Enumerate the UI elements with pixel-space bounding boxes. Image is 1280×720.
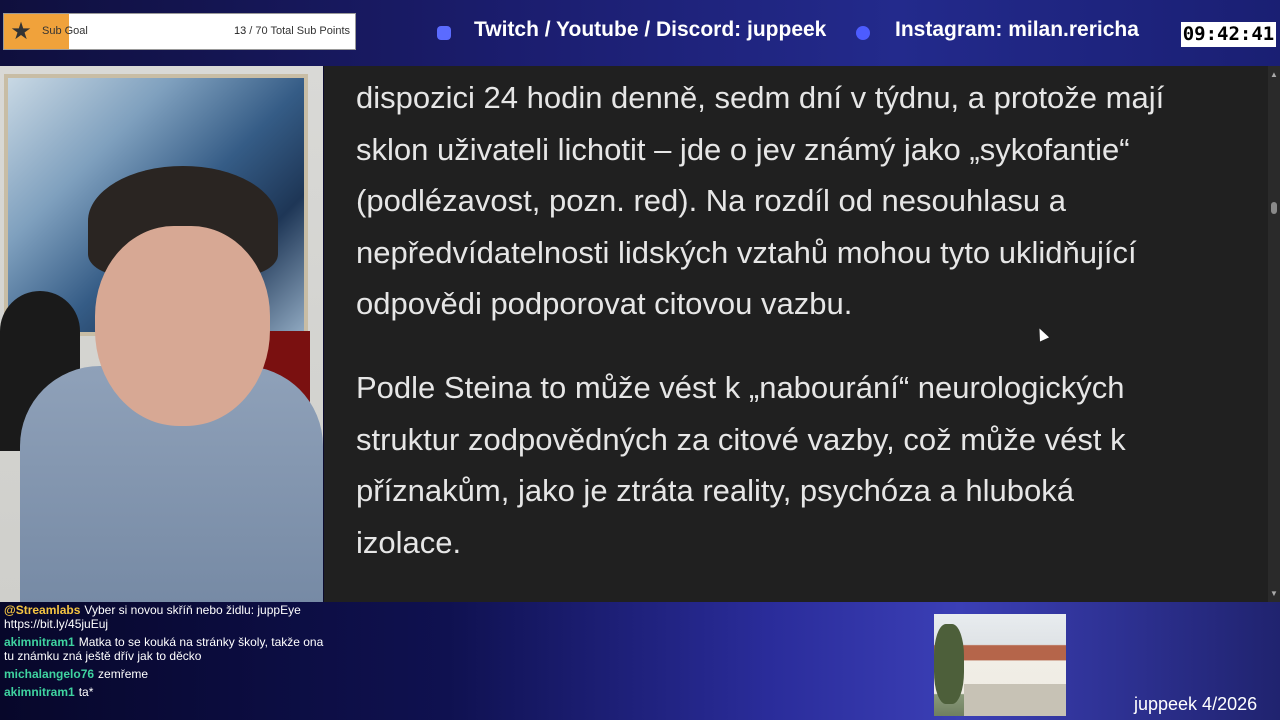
paragraph-1-line-5: odpovědi podporovat citovou vazbu.	[356, 286, 853, 321]
chat-username: akimnitram1	[4, 635, 75, 649]
article-paragraph-2: Podle Steina to může vést k „nabourání“ …	[356, 362, 1256, 568]
tree	[934, 624, 964, 704]
star-icon: ★	[10, 18, 32, 45]
chat-message: @Streamlabs Vyber si novou skříň nebo žid…	[4, 603, 324, 631]
instagram-icon	[856, 26, 870, 40]
paragraph-1-line-2: sklon uživateli lichotit – jde o jev zná…	[356, 131, 1130, 167]
sub-goal-count: 13 / 70 Total Sub Points	[234, 25, 350, 37]
paragraph-2-line-3: příznakům, jako je ztráta reality, psych…	[356, 473, 1074, 508]
scrollbar-thumb[interactable]	[1271, 202, 1277, 214]
sub-goal-label: Sub Goal	[42, 25, 88, 37]
twitch-youtube-discord-text: Twitch / Youtube / Discord: juppeek	[474, 18, 827, 41]
chat-username: @Streamlabs	[4, 603, 81, 617]
scroll-up-arrow-icon[interactable]: ▲	[1270, 70, 1278, 79]
road	[964, 684, 1066, 716]
chat-username: michalangelo76	[4, 667, 95, 681]
chat-text: zemřeme	[98, 667, 149, 681]
chat-message: michalangelo76 zemřeme	[4, 667, 324, 681]
paragraph-2-line-4: izolace.	[356, 524, 462, 560]
article-paragraph-1: dispozici 24 hodin denně, sedm dní v týd…	[356, 72, 1256, 330]
twitch-icon	[437, 26, 451, 40]
scroll-down-arrow-icon[interactable]: ▼	[1270, 589, 1278, 598]
chat-message: akimnitram1 ta*	[4, 685, 324, 699]
chat-username: akimnitram1	[4, 685, 75, 699]
chat-text: ta*	[78, 685, 94, 699]
chat-message: akimnitram1 Matka to se kouká na stránky …	[4, 635, 324, 663]
sub-goal-widget: ★ Sub Goal 13 / 70 Total Sub Points	[3, 13, 356, 50]
paragraph-1-line-3: (podlézavost, pozn. red). Na rozdíl od n…	[356, 183, 1066, 218]
clock: 09:42:41	[1181, 22, 1276, 47]
article-content: dispozici 24 hodin denně, sedm dní v týd…	[324, 66, 1268, 602]
chat-overlay: @Streamlabs Vyber si novou skříň nebo žid…	[4, 603, 324, 703]
sub-goal-current: 13	[233, 25, 247, 37]
paragraph-1-line-1: dispozici 24 hodin denně, sedm dní v týd…	[356, 80, 1165, 115]
watermark: juppeek 4/2026	[1134, 694, 1258, 714]
street-camera-thumbnail	[934, 614, 1066, 716]
scrollbar[interactable]: ▲ ▼	[1268, 66, 1280, 602]
webcam-feed	[0, 66, 323, 604]
sub-goal-total: / 70 Total Sub Points	[249, 25, 350, 37]
streamer-head	[95, 226, 270, 426]
paragraph-2-line-2: struktur zodpovědných za citové vazby, c…	[356, 421, 1126, 457]
paragraph-2-line-1: Podle Steina to může vést k „nabourání“ …	[356, 370, 1125, 405]
paragraph-1-line-4: nepředvídatelnosti lidských vztahů mohou…	[356, 234, 1137, 270]
instagram-text: Instagram: milan.rericha	[895, 18, 1139, 41]
top-bar: ★ Sub Goal 13 / 70 Total Sub Points Twit…	[0, 0, 1280, 66]
